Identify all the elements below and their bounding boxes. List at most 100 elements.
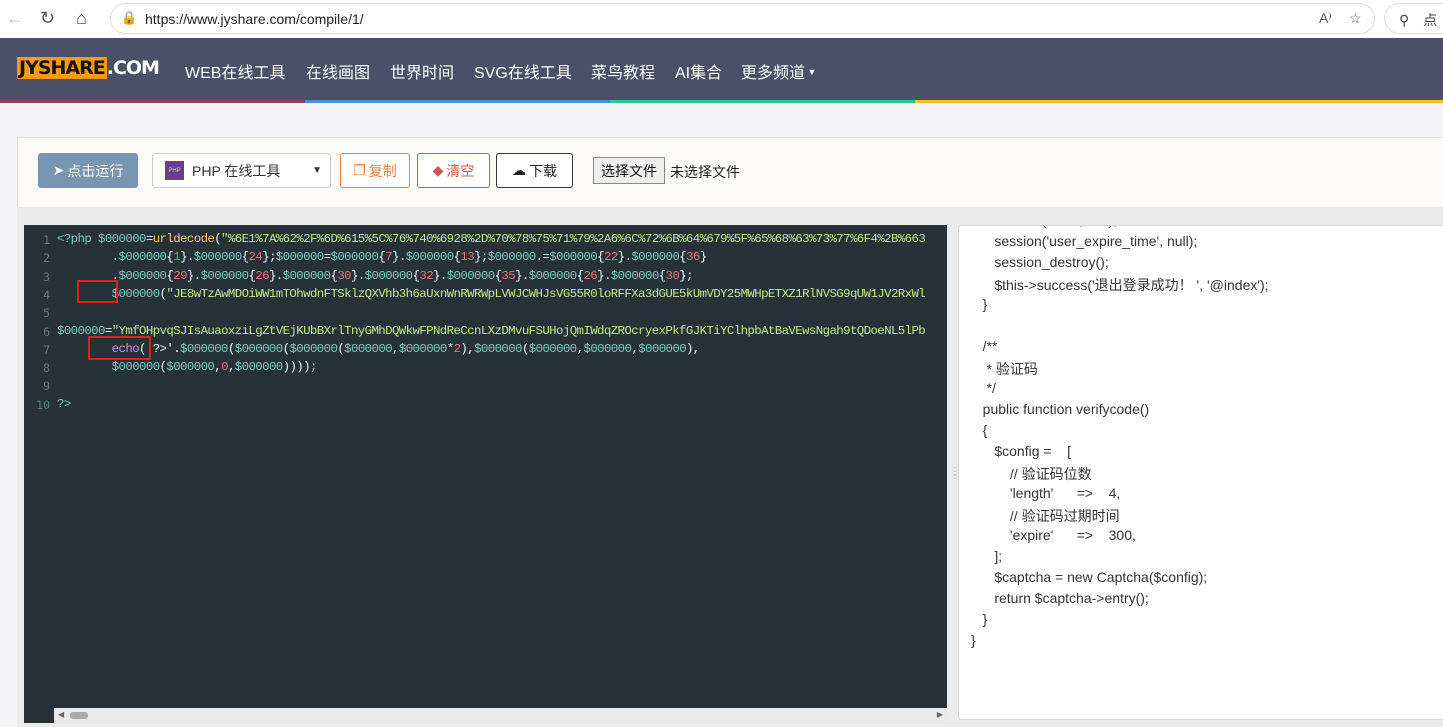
output-line: // 验证码过期时间 <box>971 508 1120 524</box>
caret-down-icon: ▼ <box>805 67 817 77</box>
address-bar[interactable]: 🔒 https://www.jyshare.com/compile/1/ A⁾ … <box>110 3 1375 34</box>
output-line: return $captcha->entry(); <box>971 590 1149 606</box>
copy-button[interactable]: ❐ 复制 <box>340 153 410 188</box>
choose-file-button[interactable]: 选择文件 <box>593 157 665 184</box>
nav-item-drawing[interactable]: 在线画图 <box>306 59 370 83</box>
browser-search-box[interactable]: ⚲ 点 <box>1384 3 1443 34</box>
code-token: 29 <box>173 268 187 283</box>
code-token: $000000 <box>180 341 228 356</box>
code-token: 26 <box>583 268 598 283</box>
code-token: 30 <box>665 268 680 283</box>
output-line: /** <box>971 338 998 354</box>
code-token: $000000 <box>549 250 598 265</box>
logo-right: .COM <box>106 57 160 79</box>
scroll-right-icon[interactable]: ▶ <box>937 710 943 719</box>
code-token: <?php $000000 <box>57 232 146 246</box>
more-label: 更多频道 <box>741 65 806 82</box>
nav-item-world-time[interactable]: 世界时间 <box>390 59 454 83</box>
code-token: }. <box>351 268 365 283</box>
output-line: */ <box>971 380 996 396</box>
eraser-icon: ◆ <box>432 162 444 178</box>
line-number-gutter: 1 2 3 4 5 6 7 8 9 10 <box>24 225 54 723</box>
output-line: $captcha = new Captcha($config); <box>971 569 1208 585</box>
output-line: * 验证码 <box>971 361 1038 377</box>
code-line[interactable]: $000000("JE8wTzAwMDOiWW1mTOhwdnFTSklzQXV… <box>57 287 926 301</box>
code-token: } <box>699 250 707 265</box>
code-token: $000000 <box>398 341 447 356</box>
output-line: // 验证码位数 <box>971 466 1092 482</box>
code-token: ( <box>521 341 529 356</box>
code-token: }. <box>597 268 611 283</box>
search-text: 点 <box>1423 12 1438 28</box>
code-line[interactable]: <?php $000000=urldecode("%6E1%7A%62%2F%6… <box>57 232 926 246</box>
code-editor[interactable]: 1 2 3 4 5 6 7 8 9 10 <?php $000000=urldecode("%6E… <box>24 225 947 723</box>
clear-button[interactable]: ◆ 清空 <box>417 153 490 188</box>
code-token: $000000 <box>638 341 687 356</box>
line-number: 4 <box>43 287 50 302</box>
code-token: }; <box>474 250 488 265</box>
horizontal-scrollbar[interactable]: ◀ ▶ <box>54 708 947 723</box>
scrollbar-thumb[interactable] <box>70 712 88 719</box>
code-token: 0 <box>221 360 228 375</box>
code-token: $000000 <box>583 341 632 356</box>
code-line[interactable]: $000000($000000,0,$000000)))); <box>57 360 318 375</box>
code-token: $000000 <box>487 250 536 265</box>
code-line[interactable]: echo( ?>'.$000000($000000($000000($00000… <box>57 341 701 356</box>
nav-item-svg-tools[interactable]: SVG在线工具 <box>474 59 572 83</box>
download-label: 下载 <box>529 162 557 179</box>
nav-item-web-tools[interactable]: WEB在线工具 <box>185 59 285 83</box>
color-stripe <box>915 100 1443 103</box>
language-select[interactable]: PHP PHP 在线工具 ▼ <box>152 153 331 188</box>
code-token: $000000 <box>610 268 659 283</box>
code-line[interactable]: .$000000{1}.$000000{24};$000000=$000000{… <box>57 250 707 264</box>
code-line[interactable]: .$000000{29}.$000000{26}.$000000{30}.$00… <box>57 268 694 283</box>
nav-item-ai[interactable]: AI集合 <box>675 59 722 83</box>
favorite-star-icon[interactable]: ☆ <box>1349 10 1362 27</box>
back-icon[interactable]: ← <box>6 8 24 29</box>
code-token: }; <box>262 250 276 265</box>
clear-label: 清空 <box>446 162 475 179</box>
scroll-left-icon[interactable]: ◀ <box>58 710 64 719</box>
line-number: 5 <box>43 306 50 321</box>
output-line: session('user', null); <box>971 226 1117 228</box>
run-button[interactable]: ➤ 点击运行 <box>38 153 138 188</box>
download-button[interactable]: ☁ 下载 <box>496 153 573 188</box>
code-token: ( <box>227 341 235 356</box>
code-token: }. <box>617 250 632 265</box>
reload-icon[interactable]: ↻ <box>40 8 55 29</box>
copy-icon: ❐ <box>353 162 366 178</box>
annotation-box <box>88 336 151 360</box>
code-token: 24 <box>248 250 263 265</box>
home-icon[interactable]: ⌂ <box>76 8 87 29</box>
code-token: ?> <box>57 396 71 411</box>
site-navbar: JYSHARE .COM WEB在线工具 在线画图 世界时间 SVG在线工具 菜鸟… <box>0 38 1443 100</box>
send-icon: ➤ <box>52 162 65 178</box>
code-token: $000000 <box>289 341 338 356</box>
read-aloud-icon[interactable]: A⁾ <box>1319 10 1332 27</box>
code-token: }. <box>186 268 201 283</box>
code-token: $000000 <box>234 341 283 356</box>
annotation-box <box>77 280 118 303</box>
output-line: session_destroy(); <box>971 254 1109 270</box>
code-token: , <box>227 360 235 375</box>
code-token: . <box>57 250 119 265</box>
code-token: "YmfOHpvqSJIsAuaoxziLgZtVEjKUbBXrlTnyGMh… <box>111 323 926 338</box>
code-line[interactable]: $000000="YmfOHpvqSJIsAuaoxziLgZtVEjKUbBX… <box>57 323 926 338</box>
search-icon: ⚲ <box>1399 12 1414 28</box>
code-token: 32 <box>419 268 434 283</box>
code-line[interactable]: ?> <box>57 397 71 411</box>
code-token: $000000 <box>446 268 495 283</box>
output-line: session('user_expire_time', null); <box>971 233 1198 249</box>
output-line: 'expire' => 300, <box>971 527 1136 543</box>
output-line: $config = [ <box>971 443 1071 459</box>
code-token: 30 <box>337 268 351 283</box>
nav-item-runoob[interactable]: 菜鸟教程 <box>591 59 655 83</box>
url-text: https://www.jyshare.com/compile/1/ <box>145 10 364 27</box>
code-token: }. <box>433 268 447 283</box>
code-token: .= <box>535 250 550 265</box>
site-logo[interactable]: JYSHARE .COM <box>17 57 160 79</box>
line-number: 9 <box>43 379 50 394</box>
code-token: $000000 <box>57 360 160 375</box>
nav-item-more[interactable]: 更多频道 ▼ <box>741 59 816 83</box>
line-number: 2 <box>43 251 50 266</box>
